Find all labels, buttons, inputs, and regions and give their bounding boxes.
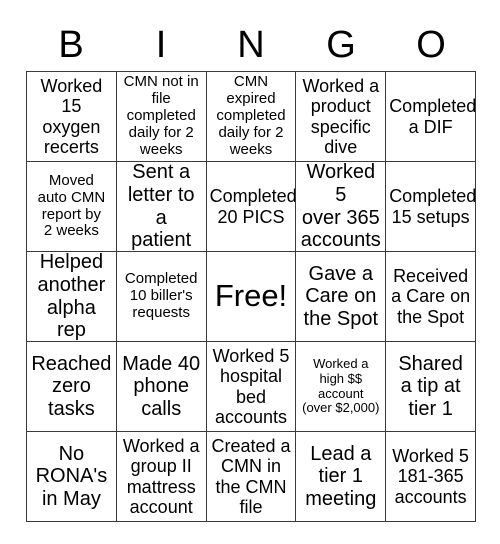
bingo-free-space-label: Free! bbox=[214, 278, 288, 314]
bingo-cell[interactable]: Completed 10 biller's requests bbox=[116, 252, 207, 342]
bingo-cell-label: Created a CMN in the CMN file bbox=[211, 435, 291, 517]
bingo-cell-label: Completed a DIF bbox=[389, 96, 476, 137]
bingo-cell-label: Shared a tip at tier 1 bbox=[398, 352, 463, 420]
bingo-grid: Worked 15 oxygen recerts CMN not in file … bbox=[26, 71, 476, 522]
bingo-cell-label: Lead a tier 1 meeting bbox=[305, 442, 377, 510]
bingo-free-space-cell[interactable]: Free! bbox=[206, 252, 297, 342]
bingo-card: B I N G O Worked 15 oxygen recerts CMN no… bbox=[0, 0, 500, 544]
bingo-header-letter-b: B bbox=[58, 24, 84, 66]
bingo-cell[interactable]: Worked 5 hospital bed accounts bbox=[206, 342, 297, 432]
bingo-cell-label: Completed 15 setups bbox=[389, 186, 476, 227]
bingo-cell-label: Made 40 phone calls bbox=[122, 352, 201, 420]
bingo-cell-label: Reached zero tasks bbox=[31, 352, 112, 420]
bingo-cell[interactable]: Lead a tier 1 meeting bbox=[296, 432, 387, 522]
bingo-header-letter-g: G bbox=[326, 24, 356, 66]
bingo-cell-label: Worked 5 over 365 accounts bbox=[300, 162, 381, 252]
bingo-cell[interactable]: Worked 5 over 365 accounts bbox=[296, 162, 387, 252]
bingo-cell[interactable]: Completed 20 PICS bbox=[206, 162, 297, 252]
bingo-cell[interactable]: Shared a tip at tier 1 bbox=[386, 342, 476, 432]
bingo-header-letter-n: N bbox=[237, 24, 265, 66]
bingo-cell-label: Worked 15 oxygen recerts bbox=[40, 75, 103, 157]
bingo-cell[interactable]: Worked 15 oxygen recerts bbox=[27, 72, 117, 162]
bingo-cell[interactable]: CMN not in file completed daily for 2 we… bbox=[116, 72, 207, 162]
bingo-cell[interactable]: Worked a high $$ account (over $2,000) bbox=[296, 342, 387, 432]
bingo-cell-label: Completed 10 biller's requests bbox=[124, 270, 198, 321]
bingo-cell-label: No RONA's in May bbox=[35, 442, 108, 510]
bingo-cell[interactable]: Moved auto CMN report by 2 weeks bbox=[27, 162, 117, 252]
bingo-cell[interactable]: Received a Care on the Spot bbox=[386, 252, 476, 342]
bingo-cell-label: CMN not in file completed daily for 2 we… bbox=[123, 73, 199, 158]
bingo-cell-label: Worked a group II mattress account bbox=[122, 435, 200, 517]
bingo-cell-label: Helped another alpha rep bbox=[37, 252, 106, 342]
bingo-cell[interactable]: Worked a product specific dive bbox=[296, 72, 387, 162]
bingo-cell-label: Worked 5 hospital bed accounts bbox=[212, 345, 290, 427]
bingo-header-letter-i: I bbox=[155, 24, 167, 66]
bingo-cell[interactable]: Worked 5 181-365 accounts bbox=[386, 432, 476, 522]
bingo-cell[interactable]: Helped another alpha rep bbox=[27, 252, 117, 342]
bingo-cell-label: Worked a product specific dive bbox=[302, 75, 380, 157]
bingo-cell[interactable]: Completed a DIF bbox=[386, 72, 476, 162]
bingo-cell-label: Received a Care on the Spot bbox=[391, 266, 471, 327]
bingo-cell-label: Worked a high $$ account (over $2,000) bbox=[302, 356, 380, 416]
bingo-cell[interactable]: Gave a Care on the Spot bbox=[296, 252, 387, 342]
bingo-cell-label: Moved auto CMN report by 2 weeks bbox=[37, 171, 106, 240]
bingo-cell-label: Gave a Care on the Spot bbox=[303, 262, 379, 330]
bingo-cell-label: Worked 5 181-365 accounts bbox=[392, 446, 469, 507]
bingo-cell[interactable]: Sent a letter to a patient bbox=[116, 162, 207, 252]
bingo-cell[interactable]: Worked a group II mattress account bbox=[116, 432, 207, 522]
bingo-cell-label: Completed 20 PICS bbox=[209, 186, 297, 227]
bingo-cell[interactable]: Reached zero tasks bbox=[27, 342, 117, 432]
bingo-header-letter-o: O bbox=[416, 24, 446, 66]
bingo-cell[interactable]: Created a CMN in the CMN file bbox=[206, 432, 297, 522]
bingo-cell-label: Sent a letter to a patient bbox=[127, 162, 195, 252]
bingo-header-row: B I N G O bbox=[26, 20, 476, 70]
bingo-cell[interactable]: Made 40 phone calls bbox=[116, 342, 207, 432]
bingo-cell[interactable]: Completed 15 setups bbox=[386, 162, 476, 252]
bingo-cell[interactable]: No RONA's in May bbox=[27, 432, 117, 522]
bingo-cell-label: CMN expired completed daily for 2 weeks bbox=[216, 73, 286, 158]
bingo-cell[interactable]: CMN expired completed daily for 2 weeks bbox=[206, 72, 297, 162]
